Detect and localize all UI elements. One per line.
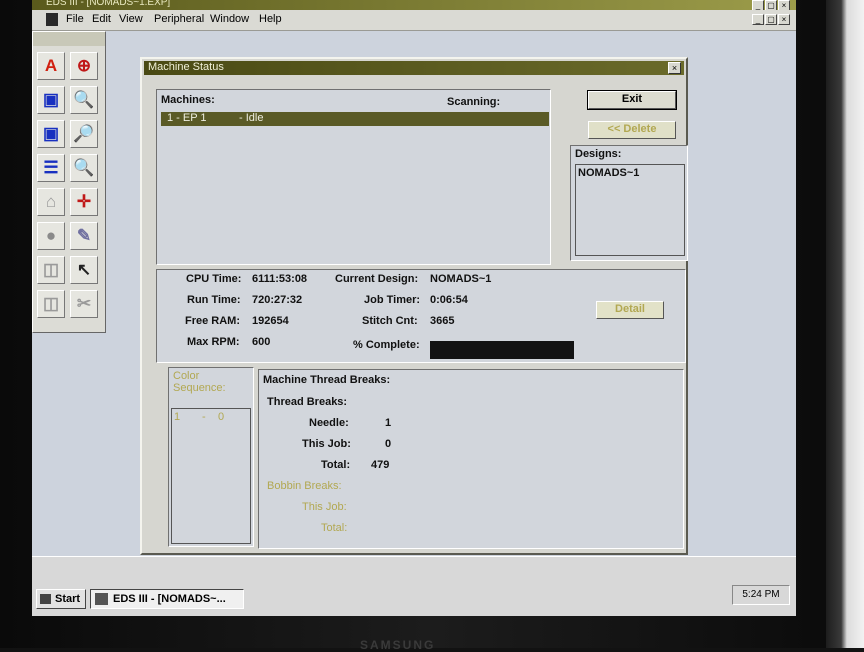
start-button[interactable]: Start [36, 589, 86, 609]
windows-logo-icon [40, 594, 51, 604]
color-seq-value: 0 [218, 411, 225, 423]
delete-button[interactable]: << Delete [588, 121, 676, 139]
design-icon[interactable]: ▣ [37, 120, 65, 148]
machines-list[interactable]: Machines: Scanning: 1 - EP 1 - Idle [156, 89, 551, 265]
scanning-label: Scanning: [447, 96, 501, 108]
text-tool-icon[interactable]: A [37, 52, 65, 80]
max-rpm-value: 600 [252, 336, 271, 348]
this-job-label: This Job: [302, 438, 351, 450]
color-seq-index: 1 [174, 411, 181, 423]
document-controls: _ ▢ × [752, 14, 790, 25]
app-title-bar: EDS III - [NOMADS~1.EXP] _ ▢ × [32, 0, 796, 11]
monitor-side [826, 0, 864, 648]
screen: EDS III - [NOMADS~1.EXP] _ ▢ × File Edit… [32, 0, 796, 616]
bobbin-breaks-label: Bobbin Breaks: [267, 480, 342, 492]
thread-breaks-title: Machine Thread Breaks: [263, 374, 391, 386]
cube-icon[interactable]: ◫ [37, 256, 65, 284]
zoom-select-icon[interactable]: 🔍 [70, 154, 98, 182]
needle-value: 1 [385, 417, 392, 429]
cpu-time-label: CPU Time: [186, 273, 242, 285]
stitch-count-label: Stitch Cnt: [362, 315, 418, 327]
workspace: A ⊕ ▣ 🔍 ▣ 🔎 ☰ 🔍 ⌂ ✛ ● ✎ ◫ ↖ ◫ ✂ Machine Status × Machin… [32, 31, 796, 561]
color-seq-sep: - [202, 411, 206, 423]
taskbar-app-label: EDS III - [NOMADS~... [113, 593, 226, 605]
menu-help[interactable]: Help [259, 13, 282, 25]
box-icon[interactable]: ◫ [37, 290, 65, 318]
toolbox-header [33, 32, 105, 46]
total-value: 479 [371, 459, 390, 471]
scissors-icon[interactable]: ✂ [70, 290, 98, 318]
menu-file[interactable]: File [66, 13, 84, 25]
machine-arrow-icon[interactable]: ▣ [37, 86, 65, 114]
pen-icon[interactable]: ✎ [70, 222, 98, 250]
taskbar: Start EDS III - [NOMADS~... 5:24 PM [32, 556, 796, 616]
doc-maximize-button[interactable]: ▢ [765, 14, 777, 25]
crosshair-circle-icon[interactable]: ⊕ [70, 52, 98, 80]
target-icon[interactable]: ✛ [70, 188, 98, 216]
thread-breaks-label: Thread Breaks: [267, 396, 348, 408]
color-sequence-label: Color Sequence: [173, 370, 226, 394]
menu-edit[interactable]: Edit [92, 13, 111, 25]
close-icon[interactable]: × [668, 62, 681, 74]
menu-window[interactable]: Window [210, 13, 249, 25]
exit-button[interactable]: Exit [587, 90, 677, 110]
thread-breaks-group: Machine Thread Breaks: Thread Breaks: Ne… [258, 369, 684, 549]
machine-row[interactable]: 1 - EP 1 - Idle [161, 112, 549, 126]
run-time-value: 720:27:32 [252, 294, 303, 306]
max-rpm-label: Max RPM: [187, 336, 240, 348]
color-sequence-list[interactable]: 1 - 0 [171, 408, 251, 544]
eds-app-icon [95, 593, 108, 605]
designs-list[interactable]: NOMADS~1 [575, 164, 685, 256]
app-title: EDS III - [NOMADS~1.EXP] [46, 0, 171, 8]
doc-minimize-button[interactable]: _ [752, 14, 764, 25]
start-label: Start [55, 593, 81, 605]
designs-group: Designs: NOMADS~1 [570, 145, 688, 261]
system-tray-clock: 5:24 PM [732, 585, 790, 605]
detail-button[interactable]: Detail [596, 301, 664, 319]
list-icon[interactable]: ☰ [37, 154, 65, 182]
color-sequence-group: Color Sequence: 1 - 0 [168, 367, 254, 547]
job-timer-label: Job Timer: [364, 294, 421, 306]
percent-complete-label: % Complete: [353, 339, 420, 351]
machines-label: Machines: [161, 94, 215, 106]
job-timer-value: 0:06:54 [430, 294, 468, 306]
machine-status-title-bar: Machine Status × [144, 61, 684, 75]
machine-name: 1 - EP 1 [167, 112, 207, 124]
zoom-out-icon[interactable]: 🔎 [70, 120, 98, 148]
design-item[interactable]: NOMADS~1 [578, 167, 639, 179]
outline-icon[interactable]: ⌂ [37, 188, 65, 216]
needle-label: Needle: [309, 417, 349, 429]
total-label: Total: [321, 459, 351, 471]
menu-view[interactable]: View [119, 13, 143, 25]
pointer-icon[interactable]: ↖ [70, 256, 98, 284]
bobbin-this-job-label: This Job: [302, 501, 347, 513]
taskbar-app-button[interactable]: EDS III - [NOMADS~... [90, 589, 244, 609]
machine-state: - Idle [239, 112, 264, 124]
current-design-value: NOMADS~1 [430, 273, 492, 285]
this-job-value: 0 [385, 438, 392, 450]
machine-status-window: Machine Status × Machines: Scanning: 1 -… [140, 57, 688, 555]
free-ram-label: Free RAM: [185, 315, 241, 327]
machine-status-title: Machine Status [148, 61, 224, 73]
doc-close-button[interactable]: × [778, 14, 790, 25]
run-time-label: Run Time: [187, 294, 241, 306]
bobbin-total-label: Total: [321, 522, 348, 534]
monitor-brand: SAMSUNG [360, 638, 436, 652]
menu-bar: File Edit View Peripheral Window Help _ … [32, 10, 796, 31]
menu-peripheral[interactable]: Peripheral [154, 13, 204, 25]
current-design-label: Current Design: [335, 273, 419, 285]
progress-bar [430, 341, 574, 359]
toolbox: A ⊕ ▣ 🔍 ▣ 🔎 ☰ 🔍 ⌂ ✛ ● ✎ ◫ ↖ ◫ ✂ [32, 31, 106, 333]
designs-label: Designs: [575, 148, 622, 160]
stitch-count-value: 3665 [430, 315, 455, 327]
drop-icon[interactable]: ● [37, 222, 65, 250]
cpu-time-value: 6111:53:08 [252, 273, 308, 285]
app-icon[interactable] [46, 13, 58, 26]
free-ram-value: 192654 [252, 315, 289, 327]
zoom-in-icon[interactable]: 🔍 [70, 86, 98, 114]
